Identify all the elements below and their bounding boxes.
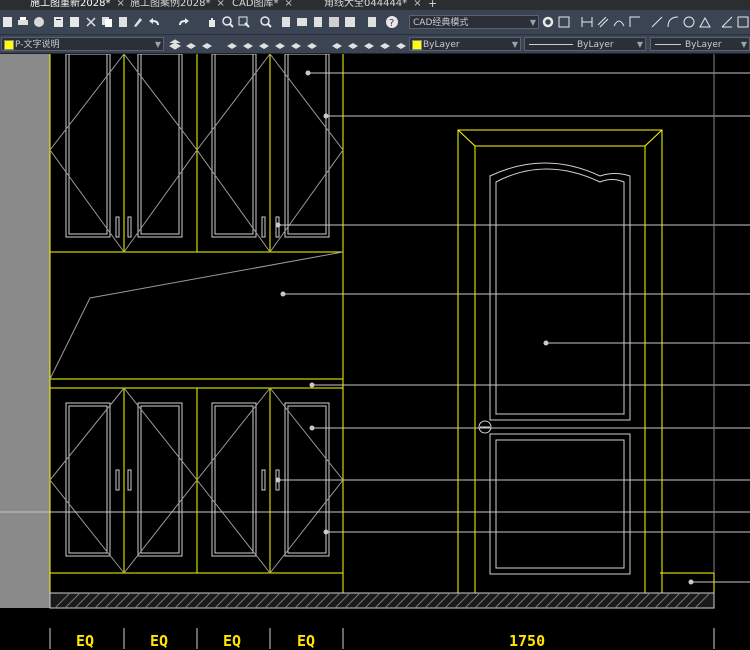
redo-icon[interactable]: [176, 15, 190, 29]
ordinate-dimension-icon[interactable]: [628, 15, 642, 29]
document-tab-bar: 施工图重新2028* × 施工图案例2028* × CAD图库* × 角线大全0444…: [0, 0, 750, 10]
lineweight-preview: [655, 44, 681, 45]
chevron-down-icon: ▼: [740, 40, 747, 49]
layer-walk-icon[interactable]: [362, 37, 376, 51]
dimension-label: 1750: [509, 632, 546, 650]
layer-thaw-icon[interactable]: [378, 37, 392, 51]
workspace-settings-icon[interactable]: [557, 15, 571, 29]
tab-document-3[interactable]: CAD图库* ×: [232, 0, 293, 10]
undo-icon[interactable]: [148, 15, 162, 29]
layer-unlock-icon[interactable]: [394, 37, 408, 51]
drawing-canvas[interactable]: EQ EQ EQ EQ 1750: [0, 54, 750, 650]
linetype-preview: [529, 44, 573, 45]
angular-dimension-icon[interactable]: [698, 15, 712, 29]
jogged-dimension-icon[interactable]: [666, 15, 680, 29]
arc-length-icon[interactable]: [612, 15, 626, 29]
layer-unisolate-icon[interactable]: [241, 37, 255, 51]
color-swatch: [412, 40, 422, 50]
dimension-label: EQ: [150, 632, 169, 650]
zoom-previous-icon[interactable]: [259, 15, 273, 29]
pan-hand-icon[interactable]: [205, 15, 219, 29]
match-properties-icon[interactable]: [131, 15, 145, 29]
layer-properties-icon[interactable]: [168, 37, 182, 51]
layer-lock-icon[interactable]: [289, 37, 303, 51]
tool-palettes-icon[interactable]: [311, 15, 325, 29]
elevation-drawing: [0, 54, 750, 649]
aligned-dimension-icon[interactable]: [596, 15, 610, 29]
zoom-realtime-icon[interactable]: [221, 15, 235, 29]
layer-previous-icon[interactable]: [200, 37, 214, 51]
layer-match-icon[interactable]: [305, 37, 319, 51]
tab-label: CAD图库*: [232, 0, 279, 9]
dimension-label: EQ: [76, 632, 95, 650]
tab-document-4[interactable]: 角线大全044444* ×: [324, 0, 422, 10]
wall-section: [0, 54, 50, 608]
workspace-select[interactable]: CAD经典模式 ▼: [409, 15, 539, 29]
layer-off-icon[interactable]: [257, 37, 271, 51]
properties-icon[interactable]: [279, 15, 293, 29]
annotation-leaders: [0, 72, 750, 583]
print-icon[interactable]: [16, 15, 30, 29]
workspace-value: CAD经典模式: [413, 18, 469, 28]
lineweight-select[interactable]: ByLayer ▼: [650, 37, 750, 51]
layer-isolate-icon[interactable]: [225, 37, 239, 51]
tab-close-icon[interactable]: ×: [216, 0, 224, 9]
quick-dimension-icon[interactable]: [720, 15, 734, 29]
tab-close-icon[interactable]: ×: [413, 0, 421, 9]
layer-merge-icon[interactable]: [330, 37, 344, 51]
color-select[interactable]: ByLayer ▼: [409, 37, 521, 51]
publish-icon[interactable]: [32, 15, 46, 29]
layer-value: P-文字说明: [15, 40, 60, 50]
open-shelf-lines: [49, 251, 344, 380]
dimension-label: EQ: [297, 632, 316, 650]
new-tab-button[interactable]: +: [428, 0, 437, 10]
radius-dimension-icon[interactable]: [650, 15, 664, 29]
color-value: ByLayer: [423, 40, 460, 50]
tab-close-icon[interactable]: ×: [116, 0, 124, 9]
plot-preview-icon[interactable]: [52, 15, 66, 29]
tab-label: 施工图案例2028*: [130, 0, 211, 9]
standard-toolbar: ? CAD经典模式 ▼: [0, 10, 750, 35]
dimension-label: EQ: [223, 632, 242, 650]
layer-delete-icon[interactable]: [346, 37, 360, 51]
layers-properties-toolbar: P-文字说明 ▼ ByLayer ▼ ByLayer ▼ ByLayer ▼: [0, 35, 750, 54]
tab-document-2[interactable]: 施工图案例2028* ×: [130, 0, 225, 10]
door-frame: [457, 129, 663, 593]
layer-select[interactable]: P-文字说明 ▼: [1, 37, 164, 51]
svg-text:?: ?: [389, 18, 394, 29]
linetype-select[interactable]: ByLayer ▼: [524, 37, 646, 51]
layer-color-swatch: [4, 40, 14, 50]
tab-label: 角线大全044444*: [324, 0, 408, 9]
cut-icon[interactable]: [84, 15, 98, 29]
chevron-down-icon: ▼: [511, 40, 518, 49]
copy-icon[interactable]: [100, 15, 114, 29]
zoom-window-icon[interactable]: [237, 15, 251, 29]
diameter-dimension-icon[interactable]: [682, 15, 696, 29]
gear-icon[interactable]: [541, 15, 555, 29]
tab-label: 施工图重新2028*: [30, 0, 111, 9]
markup-icon[interactable]: [343, 15, 357, 29]
tab-close-icon[interactable]: ×: [285, 0, 293, 9]
layer-freeze-icon[interactable]: [273, 37, 287, 51]
linetype-value: ByLayer: [577, 40, 614, 50]
help-icon[interactable]: ?: [385, 15, 399, 29]
tab-document-1[interactable]: 施工图重新2028* ×: [30, 0, 125, 10]
chevron-down-icon: ▼: [529, 18, 536, 27]
lineweight-value: ByLayer: [685, 40, 722, 50]
layer-state-icon[interactable]: [184, 37, 198, 51]
export-icon[interactable]: [68, 15, 82, 29]
linear-dimension-icon[interactable]: [580, 15, 594, 29]
chevron-down-icon: ▼: [636, 40, 643, 49]
baseline-dimension-icon[interactable]: [736, 15, 750, 29]
sheet-set-icon[interactable]: [327, 15, 341, 29]
chevron-down-icon: ▼: [154, 40, 161, 49]
calculator-icon[interactable]: [365, 15, 379, 29]
new-file-icon[interactable]: [1, 15, 15, 29]
design-center-icon[interactable]: [295, 15, 309, 29]
paste-icon[interactable]: [116, 15, 130, 29]
